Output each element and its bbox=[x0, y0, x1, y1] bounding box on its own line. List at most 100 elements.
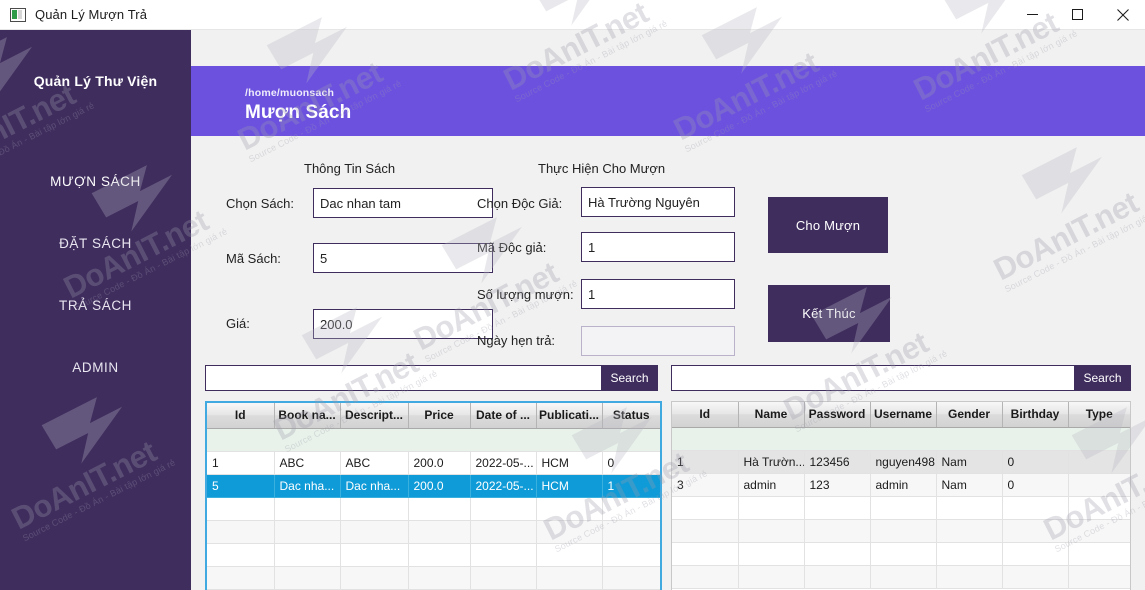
table-row-empty[interactable] bbox=[207, 566, 660, 590]
label-ngay-hen-tra: Ngày hẹn trả: bbox=[477, 333, 556, 348]
table-row-empty[interactable] bbox=[672, 496, 1130, 520]
reader-search-button[interactable]: Search bbox=[1074, 365, 1131, 391]
cell: ABC bbox=[274, 451, 341, 475]
minimize-icon[interactable] bbox=[1010, 0, 1055, 30]
cell: nguyen498 bbox=[870, 450, 937, 474]
sidebar-item-label: MƯỢN SÁCH bbox=[50, 173, 141, 189]
cell: 2022-05-... bbox=[470, 451, 537, 475]
table-row-empty[interactable] bbox=[672, 565, 1130, 589]
book-search-row: Search bbox=[205, 365, 658, 391]
table-row[interactable]: 5 Dac nha... Dac nha... 200.0 2022-05-..… bbox=[207, 474, 660, 498]
reader-grid: Id Name Password Username Gender Birthda… bbox=[672, 402, 1130, 589]
sidebar-nav: MƯỢN SÁCH ĐẶT SÁCH TRẢ SÁCH ADMIN bbox=[0, 150, 191, 398]
borrow-form-title: Thực Hiện Cho Mượn bbox=[538, 161, 666, 176]
book-search-button[interactable]: Search bbox=[601, 365, 658, 391]
cell: 200.0 bbox=[408, 474, 471, 498]
book-col-id[interactable]: Id bbox=[207, 403, 275, 429]
cell: 0 bbox=[1002, 450, 1069, 474]
book-table-header-row: Id Book na... Descript... Price Date of … bbox=[207, 403, 660, 429]
cell: 0 bbox=[602, 451, 660, 475]
reader-col-username[interactable]: Username bbox=[870, 402, 937, 428]
cell: admin bbox=[738, 473, 805, 497]
cell bbox=[1068, 473, 1130, 497]
reader-col-birthday[interactable]: Birthday bbox=[1002, 402, 1069, 428]
book-table[interactable]: Id Book na... Descript... Price Date of … bbox=[205, 401, 662, 590]
book-form-title: Thông Tin Sách bbox=[304, 161, 396, 176]
gia-input[interactable]: 200.0 bbox=[313, 309, 493, 339]
label-gia: Giá: bbox=[226, 316, 250, 331]
cell: Dac nha... bbox=[274, 474, 341, 498]
sidebar-item-label: ADMIN bbox=[72, 359, 119, 375]
cell: 0 bbox=[1002, 473, 1069, 497]
sidebar-brand: Quản Lý Thư Viện bbox=[33, 73, 158, 89]
ma-sach-input[interactable]: 5 bbox=[313, 243, 493, 273]
cell: Hà Trườn... bbox=[738, 450, 805, 474]
sidebar: Quản Lý Thư Viện MƯỢN SÁCH ĐẶT SÁCH TRẢ … bbox=[0, 30, 191, 590]
table-row[interactable]: 3 admin 123 admin Nam 0 bbox=[672, 473, 1130, 497]
reader-table[interactable]: Id Name Password Username Gender Birthda… bbox=[671, 401, 1131, 590]
label-so-luong-muon: Số lượng mượn: bbox=[477, 287, 574, 302]
book-col-publication[interactable]: Publicati... bbox=[536, 403, 603, 429]
cell: 5 bbox=[207, 474, 275, 498]
label-chon-sach: Chọn Sách: bbox=[226, 196, 294, 211]
breadcrumb: /home/muonsach bbox=[245, 87, 335, 99]
reader-search-row: Search bbox=[671, 365, 1131, 391]
reader-col-password[interactable]: Password bbox=[804, 402, 871, 428]
label-ma-doc-gia: Mã Độc giả: bbox=[477, 240, 547, 255]
cho-muon-button[interactable]: Cho Mượn bbox=[768, 197, 888, 253]
cell bbox=[1068, 450, 1130, 474]
book-col-status[interactable]: Status bbox=[602, 403, 660, 429]
ma-doc-gia-input[interactable]: 1 bbox=[581, 232, 735, 262]
sidebar-item-dat-sach[interactable]: ĐẶT SÁCH bbox=[0, 212, 191, 274]
label-ma-sach: Mã Sách: bbox=[226, 251, 281, 266]
cell: ABC bbox=[340, 451, 409, 475]
table-row-empty[interactable] bbox=[207, 497, 660, 521]
maximize-icon[interactable] bbox=[1055, 0, 1100, 30]
cell: HCM bbox=[536, 451, 603, 475]
table-row-empty[interactable] bbox=[207, 543, 660, 567]
book-col-bookname[interactable]: Book na... bbox=[274, 403, 341, 429]
table-row-empty[interactable] bbox=[672, 519, 1130, 543]
reader-col-name[interactable]: Name bbox=[738, 402, 805, 428]
reader-col-id[interactable]: Id bbox=[672, 402, 739, 428]
reader-col-type[interactable]: Type bbox=[1068, 402, 1130, 428]
sidebar-item-label: ĐẶT SÁCH bbox=[59, 235, 132, 251]
so-luong-muon-input[interactable]: 1 bbox=[581, 279, 735, 309]
book-col-dateof[interactable]: Date of ... bbox=[470, 403, 537, 429]
reader-table-top-spacer bbox=[672, 427, 1130, 451]
close-icon[interactable] bbox=[1100, 0, 1145, 30]
table-row[interactable]: 1 ABC ABC 200.0 2022-05-... HCM 0 bbox=[207, 451, 660, 475]
reader-search-input[interactable] bbox=[671, 365, 1131, 391]
table-row[interactable]: 1 Hà Trườn... 123456 nguyen498 Nam 0 bbox=[672, 450, 1130, 474]
book-search-input[interactable] bbox=[205, 365, 658, 391]
chon-sach-input[interactable]: Dac nhan tam bbox=[313, 188, 493, 218]
sidebar-item-tra-sach[interactable]: TRẢ SÁCH bbox=[0, 274, 191, 336]
sidebar-item-admin[interactable]: ADMIN bbox=[0, 336, 191, 398]
reader-table-header-row: Id Name Password Username Gender Birthda… bbox=[672, 402, 1130, 428]
cell: 2022-05-... bbox=[470, 474, 537, 498]
cell: 1 bbox=[602, 474, 660, 498]
cell: admin bbox=[870, 473, 937, 497]
book-col-description[interactable]: Descript... bbox=[340, 403, 409, 429]
window-controls bbox=[1010, 0, 1145, 30]
cell: 1 bbox=[672, 450, 739, 474]
app-icon bbox=[10, 7, 26, 22]
window-title: Quản Lý Mượn Trả bbox=[35, 7, 148, 22]
book-col-price[interactable]: Price bbox=[408, 403, 471, 429]
cell: 200.0 bbox=[408, 451, 471, 475]
chon-doc-gia-input[interactable]: Hà Trường Nguyên bbox=[581, 187, 735, 217]
table-row-empty[interactable] bbox=[207, 520, 660, 544]
sidebar-item-label: TRẢ SÁCH bbox=[58, 297, 133, 313]
application-window: Quản Lý Mượn Trả Quản Lý Thư Viện MƯỢN S… bbox=[0, 0, 1145, 590]
cell: Nam bbox=[936, 450, 1003, 474]
ngay-hen-tra-input[interactable] bbox=[581, 326, 735, 356]
cell: Dac nha... bbox=[340, 474, 409, 498]
cell: Nam bbox=[936, 473, 1003, 497]
table-row-empty[interactable] bbox=[672, 542, 1130, 566]
book-table-top-spacer bbox=[207, 428, 660, 452]
label-chon-doc-gia: Chọn Độc Giả: bbox=[477, 196, 563, 211]
reader-col-gender[interactable]: Gender bbox=[936, 402, 1003, 428]
ket-thuc-button[interactable]: Kết Thúc bbox=[768, 285, 890, 342]
sidebar-item-muon-sach[interactable]: MƯỢN SÁCH bbox=[0, 150, 191, 212]
title-bar: Quản Lý Mượn Trả bbox=[0, 0, 1145, 30]
